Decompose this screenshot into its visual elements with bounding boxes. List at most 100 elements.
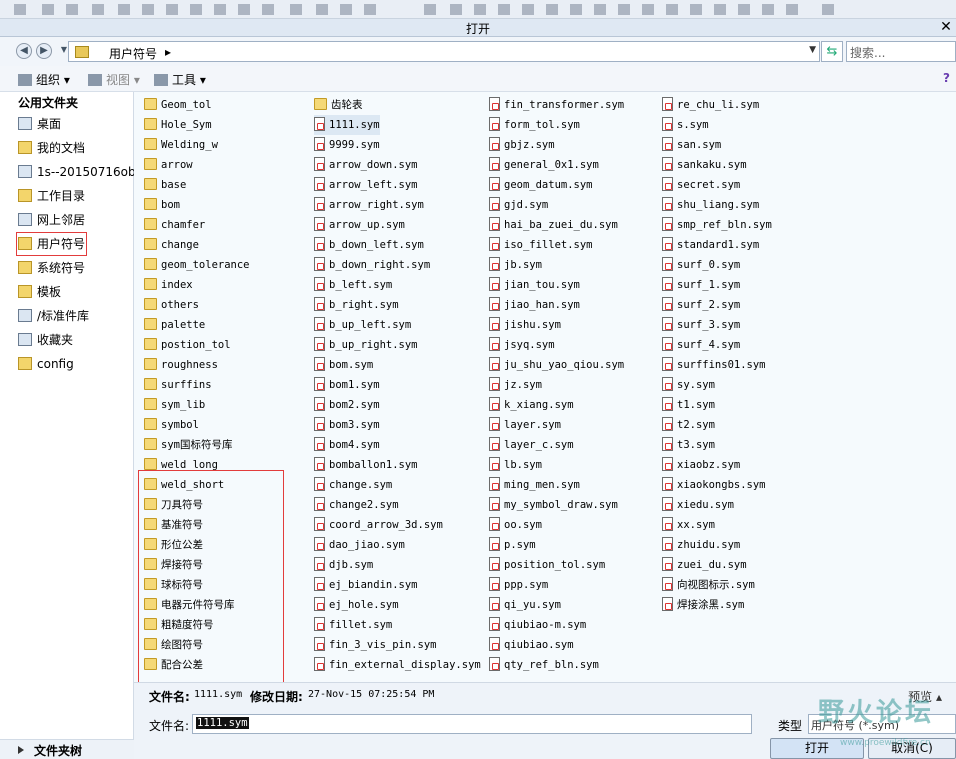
sidebar-item-standard-parts[interactable]: /标准件库 xyxy=(18,306,89,326)
file-item[interactable]: ppp.sym xyxy=(489,575,548,595)
file-item[interactable]: djb.sym xyxy=(314,555,373,575)
file-item[interactable]: bom4.sym xyxy=(314,435,380,455)
file-item[interactable]: bom3.sym xyxy=(314,415,380,435)
file-item[interactable]: jz.sym xyxy=(489,375,542,395)
back-arrow-icon[interactable]: ◀ xyxy=(16,43,32,59)
file-item[interactable]: zuei_du.sym xyxy=(662,555,747,575)
file-item[interactable]: ju_shu_yao_qiou.sym xyxy=(489,355,624,375)
file-item[interactable]: smp_ref_bln.sym xyxy=(662,215,772,235)
folder-item[interactable]: Geom_tol xyxy=(144,95,212,115)
folder-item[interactable]: 刀具符号 xyxy=(144,495,203,515)
folder-item[interactable]: others xyxy=(144,295,199,315)
folder-item[interactable]: 粗糙度符号 xyxy=(144,615,214,635)
file-item[interactable]: b_right.sym xyxy=(314,295,399,315)
folder-item[interactable]: Hole_Sym xyxy=(144,115,212,135)
search-input[interactable]: 搜索... xyxy=(846,41,956,62)
open-button[interactable]: 打开 xyxy=(770,738,864,759)
file-item[interactable]: lb.sym xyxy=(489,455,542,475)
folder-item[interactable]: 绘图符号 xyxy=(144,635,203,655)
file-item[interactable]: ej_biandin.sym xyxy=(314,575,418,595)
file-item[interactable]: bomballon1.sym xyxy=(314,455,418,475)
file-item[interactable]: oo.sym xyxy=(489,515,542,535)
file-item[interactable]: xiaobz.sym xyxy=(662,455,740,475)
file-item[interactable]: gjd.sym xyxy=(489,195,548,215)
file-item[interactable]: b_left.sym xyxy=(314,275,392,295)
sidebar-item-config[interactable]: config xyxy=(18,354,74,374)
refresh-icon[interactable]: ⇆ xyxy=(821,41,843,62)
file-item[interactable]: sy.sym xyxy=(662,375,715,395)
folder-item[interactable]: weld_short xyxy=(144,475,224,495)
file-item[interactable]: fin_external_display.sym xyxy=(314,655,481,675)
folder-item[interactable]: 焊接符号 xyxy=(144,555,203,575)
folder-item[interactable]: bom xyxy=(144,195,180,215)
file-item[interactable]: shu_liang.sym xyxy=(662,195,759,215)
file-item[interactable]: secret.sym xyxy=(662,175,740,195)
sidebar-item-favorites[interactable]: 收藏夹 xyxy=(18,330,73,350)
folder-item[interactable]: sym国标符号库 xyxy=(144,435,232,455)
file-item[interactable]: fin_transformer.sym xyxy=(489,95,624,115)
file-item[interactable]: 向视图标示.sym xyxy=(662,575,755,595)
forward-arrow-icon[interactable]: ▶ xyxy=(36,43,52,59)
view-button[interactable]: 视图 ▾ xyxy=(88,71,140,88)
file-item[interactable]: dao_jiao.sym xyxy=(314,535,405,555)
address-bar[interactable]: 用户符号 ▸ ▼ xyxy=(68,41,820,62)
file-item[interactable]: t2.sym xyxy=(662,415,715,435)
file-item[interactable]: arrow_up.sym xyxy=(314,215,405,235)
file-item[interactable]: sankaku.sym xyxy=(662,155,747,175)
sidebar-item-templates[interactable]: 模板 xyxy=(18,282,61,302)
file-item[interactable]: re_chu_li.sym xyxy=(662,95,759,115)
file-item[interactable]: fillet.sym xyxy=(314,615,392,635)
file-item[interactable]: surf_4.sym xyxy=(662,335,740,355)
file-item[interactable]: jishu.sym xyxy=(489,315,561,335)
file-item[interactable]: standard1.sym xyxy=(662,235,759,255)
folder-item[interactable]: 球标符号 xyxy=(144,575,203,595)
file-item[interactable]: surf_0.sym xyxy=(662,255,740,275)
file-item[interactable]: change.sym xyxy=(314,475,392,495)
file-item[interactable]: xiaokongbs.sym xyxy=(662,475,766,495)
file-item[interactable]: iso_fillet.sym xyxy=(489,235,593,255)
folder-item[interactable]: chamfer xyxy=(144,215,205,235)
file-item[interactable]: surf_2.sym xyxy=(662,295,740,315)
close-icon[interactable]: ✕ xyxy=(938,19,954,35)
folder-item[interactable]: 基准符号 xyxy=(144,515,203,535)
file-item[interactable]: arrow_down.sym xyxy=(314,155,418,175)
file-item[interactable]: 焊接涂黑.sym xyxy=(662,595,744,615)
file-item[interactable]: layer_c.sym xyxy=(489,435,574,455)
file-item[interactable]: surffins01.sym xyxy=(662,355,766,375)
file-item[interactable]: arrow_left.sym xyxy=(314,175,418,195)
file-item[interactable]: fin_3_vis_pin.sym xyxy=(314,635,436,655)
folder-item[interactable]: 齿轮表 xyxy=(314,95,363,115)
file-item[interactable]: p.sym xyxy=(489,535,536,555)
folder-item[interactable]: arrow xyxy=(144,155,193,175)
file-item[interactable]: bom2.sym xyxy=(314,395,380,415)
folder-item[interactable]: base xyxy=(144,175,186,195)
sidebar-item-system-symbols[interactable]: 系统符号 xyxy=(18,258,85,278)
help-icon[interactable]: ? xyxy=(943,71,950,85)
file-item[interactable]: b_down_right.sym xyxy=(314,255,430,275)
file-item[interactable]: hai_ba_zuei_du.sym xyxy=(489,215,618,235)
file-item[interactable]: t1.sym xyxy=(662,395,715,415)
folder-item[interactable]: sym_lib xyxy=(144,395,205,415)
file-item[interactable]: general_0x1.sym xyxy=(489,155,599,175)
address-path[interactable]: 用户符号 xyxy=(109,45,157,62)
tools-button[interactable]: 工具 ▾ xyxy=(154,71,206,88)
file-item[interactable]: qty_ref_bln.sym xyxy=(489,655,599,675)
organize-button[interactable]: 组织 ▾ xyxy=(18,71,70,88)
file-item[interactable]: jian_tou.sym xyxy=(489,275,580,295)
folder-item[interactable]: index xyxy=(144,275,193,295)
file-item[interactable]: b_down_left.sym xyxy=(314,235,424,255)
file-item[interactable]: zhuidu.sym xyxy=(662,535,740,555)
file-item[interactable]: t3.sym xyxy=(662,435,715,455)
folder-item[interactable]: palette xyxy=(144,315,205,335)
folder-tree-toggle[interactable]: 文件夹树 xyxy=(0,739,134,759)
file-item[interactable]: xx.sym xyxy=(662,515,715,535)
sidebar-item-desktop[interactable]: 桌面 xyxy=(18,114,61,134)
file-item[interactable]: coord_arrow_3d.sym xyxy=(314,515,443,535)
file-item[interactable]: ming_men.sym xyxy=(489,475,580,495)
file-item[interactable]: layer.sym xyxy=(489,415,561,435)
file-item[interactable]: san.sym xyxy=(662,135,721,155)
folder-item[interactable]: postion_tol xyxy=(144,335,231,355)
file-item[interactable]: bom1.sym xyxy=(314,375,380,395)
file-item[interactable]: b_up_left.sym xyxy=(314,315,411,335)
folder-item[interactable]: Welding_w xyxy=(144,135,218,155)
